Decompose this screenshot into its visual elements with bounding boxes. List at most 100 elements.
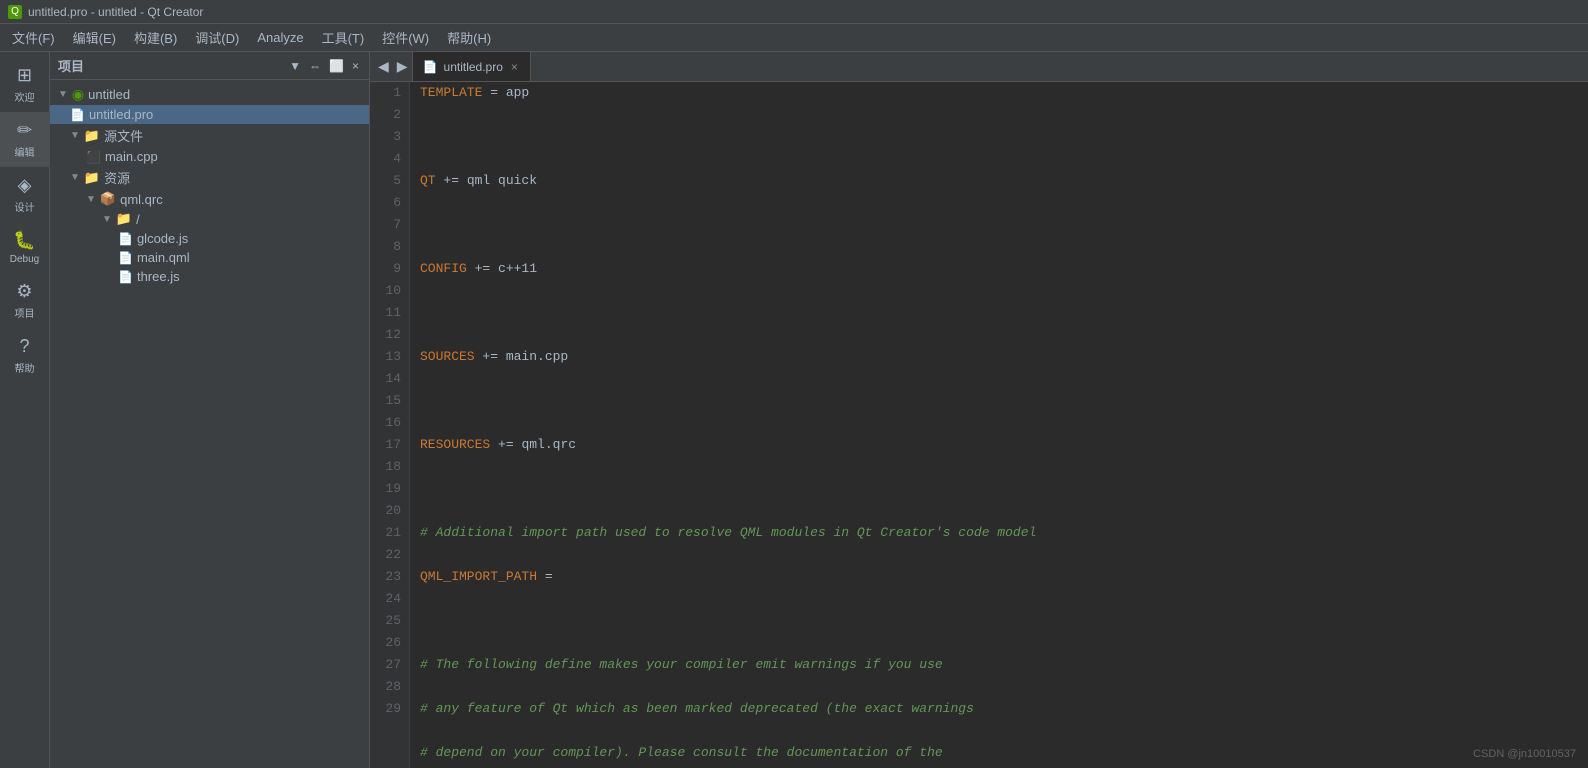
- welcome-icon: ⊞: [17, 65, 32, 86]
- folder-icon-sources: 📁: [84, 128, 100, 144]
- sidebar-label-design: 设计: [15, 199, 35, 214]
- menu-item-文件f[interactable]: 文件(F): [4, 25, 63, 50]
- pro-file-icon: 📄: [70, 108, 85, 122]
- debug-icon: 🐛: [13, 230, 35, 251]
- link-btn[interactable]: ⇔: [307, 59, 323, 73]
- code-content[interactable]: TEMPLATE = app QT += qml quick CONFIG +=…: [410, 82, 1588, 768]
- tab-forward-btn[interactable]: ▶: [393, 58, 412, 75]
- tree-label-main-qml: main.qml: [137, 250, 190, 265]
- menu-item-构建b[interactable]: 构建(B): [126, 25, 185, 50]
- app-icon: Q: [8, 5, 22, 19]
- sidebar-item-design[interactable]: ◈ 设计: [0, 167, 50, 222]
- sidebar-item-edit[interactable]: ✏ 编辑: [0, 112, 50, 167]
- sidebar-icons: ⊞ 欢迎 ✏ 编辑 ◈ 设计 🐛 Debug ⚙ 项目 ? 帮助: [0, 52, 50, 768]
- qrc-file-icon: 📦: [100, 191, 116, 207]
- tree-arrow: ▼: [58, 89, 68, 100]
- tab-file-icon: 📄: [423, 60, 438, 74]
- code-line-2: [420, 126, 1578, 148]
- help-icon: ?: [19, 336, 29, 357]
- tree-arrow-sources: ▼: [70, 130, 80, 141]
- code-line-3: QT += qml quick: [420, 170, 1578, 192]
- line-numbers: 12345 678910 1112131415 1617181920 21222…: [370, 82, 410, 768]
- tab-untitled-pro[interactable]: 📄 untitled.pro ×: [412, 52, 531, 81]
- menu-item-工具t[interactable]: 工具(T): [314, 25, 373, 50]
- tree-label-main-cpp: main.cpp: [105, 149, 158, 164]
- tree-item-sources[interactable]: ▼ 📁 源文件: [50, 124, 369, 147]
- code-line-6: [420, 302, 1578, 324]
- code-editor[interactable]: 12345 678910 1112131415 1617181920 21222…: [370, 82, 1588, 768]
- code-line-15: # any feature of Qt which as been marked…: [420, 698, 1578, 720]
- tree-item-untitled-pro[interactable]: 📄 untitled.pro: [50, 105, 369, 124]
- tree-label-untitled: untitled: [88, 87, 130, 102]
- sidebar-item-projects[interactable]: ⚙ 项目: [0, 273, 50, 328]
- qml-file-icon: 📄: [118, 251, 133, 265]
- code-line-10: [420, 478, 1578, 500]
- tree-label-sources: 源文件: [104, 126, 143, 145]
- tab-back-btn[interactable]: ◀: [374, 58, 393, 75]
- split-btn[interactable]: ⬜: [327, 59, 346, 73]
- sidebar-label-edit: 编辑: [15, 144, 35, 159]
- tree-label-slash: /: [136, 212, 140, 227]
- code-line-8: [420, 390, 1578, 412]
- project-header-controls: ▼ ⇔ ⬜ ×: [287, 59, 361, 73]
- code-line-7: SOURCES += main.cpp: [420, 346, 1578, 368]
- tree-label-glcode-js: glcode.js: [137, 231, 188, 246]
- tab-bar: ◀ ▶ 📄 untitled.pro ×: [370, 52, 1588, 82]
- tab-close-btn[interactable]: ×: [509, 60, 520, 74]
- code-line-1: TEMPLATE = app: [420, 82, 1578, 104]
- code-line-16: # depend on your compiler). Please consu…: [420, 742, 1578, 764]
- folder-icon-resources: 📁: [84, 170, 100, 186]
- tree-item-main-qml[interactable]: 📄 main.qml: [50, 248, 369, 267]
- code-line-12: QML_IMPORT_PATH =: [420, 566, 1578, 588]
- slash-folder-icon: 📁: [116, 211, 132, 227]
- design-icon: ◈: [18, 175, 32, 196]
- cpp-file-icon: ⬛: [86, 150, 101, 164]
- project-panel: 项目 ▼ ⇔ ⬜ × ▼ ◉ untitled 📄 untitled.pro: [50, 52, 370, 768]
- menu-item-控件w[interactable]: 控件(W): [374, 25, 437, 50]
- tree-item-qml-qrc[interactable]: ▼ 📦 qml.qrc: [50, 189, 369, 209]
- tree-item-resources[interactable]: ▼ 📁 资源: [50, 166, 369, 189]
- code-line-14: # The following define makes your compil…: [420, 654, 1578, 676]
- menu-item-编辑e[interactable]: 编辑(E): [65, 25, 124, 50]
- watermark: CSDN @jn10010537: [1473, 748, 1576, 760]
- sidebar-item-debug[interactable]: 🐛 Debug: [0, 222, 50, 273]
- menu-item-analyze[interactable]: Analyze: [249, 27, 311, 48]
- js-file-icon-glcode: 📄: [118, 232, 133, 246]
- tree-label-three-js: three.js: [137, 269, 180, 284]
- sidebar-label-help: 帮助: [15, 360, 35, 375]
- tree-item-slash[interactable]: ▼ 📁 /: [50, 209, 369, 229]
- tab-label: untitled.pro: [444, 60, 503, 74]
- sidebar-item-help[interactable]: ? 帮助: [0, 328, 50, 383]
- tree-item-untitled[interactable]: ▼ ◉ untitled: [50, 84, 369, 105]
- menu-item-调试d[interactable]: 调试(D): [187, 25, 247, 50]
- close-panel-btn[interactable]: ×: [350, 59, 361, 73]
- js-file-icon-three: 📄: [118, 270, 133, 284]
- filter-btn[interactable]: ▼: [287, 59, 303, 73]
- code-line-9: RESOURCES += qml.qrc: [420, 434, 1578, 456]
- tree-label-untitled-pro: untitled.pro: [89, 107, 153, 122]
- project-tree: ▼ ◉ untitled 📄 untitled.pro ▼ 📁 源文件 ⬛ ma…: [50, 80, 369, 768]
- tree-arrow-resources: ▼: [70, 172, 80, 183]
- sidebar-label-projects: 项目: [15, 305, 35, 320]
- tree-arrow-qml-qrc: ▼: [86, 194, 96, 205]
- project-panel-header: 项目 ▼ ⇔ ⬜ ×: [50, 52, 369, 80]
- window-title: untitled.pro - untitled - Qt Creator: [28, 5, 203, 19]
- main-layout: ⊞ 欢迎 ✏ 编辑 ◈ 设计 🐛 Debug ⚙ 项目 ? 帮助 项目 ▼: [0, 52, 1588, 768]
- code-line-13: [420, 610, 1578, 632]
- projects-icon: ⚙: [16, 281, 32, 302]
- menu-bar: 文件(F)编辑(E)构建(B)调试(D)Analyze工具(T)控件(W)帮助(…: [0, 24, 1588, 52]
- tree-item-main-cpp[interactable]: ⬛ main.cpp: [50, 147, 369, 166]
- title-bar: Q untitled.pro - untitled - Qt Creator: [0, 0, 1588, 24]
- tree-item-three-js[interactable]: 📄 three.js: [50, 267, 369, 286]
- sidebar-item-welcome[interactable]: ⊞ 欢迎: [0, 57, 50, 112]
- code-line-5: CONFIG += c++11: [420, 258, 1578, 280]
- menu-item-帮助h[interactable]: 帮助(H): [439, 25, 499, 50]
- tree-item-glcode-js[interactable]: 📄 glcode.js: [50, 229, 369, 248]
- tree-arrow-slash: ▼: [102, 214, 112, 225]
- project-panel-title: 项目: [58, 56, 84, 75]
- tree-label-resources: 资源: [104, 168, 130, 187]
- project-icon: ◉: [72, 86, 84, 103]
- sidebar-label-welcome: 欢迎: [15, 89, 35, 104]
- code-line-11: # Additional import path used to resolve…: [420, 522, 1578, 544]
- sidebar-label-debug: Debug: [10, 254, 39, 265]
